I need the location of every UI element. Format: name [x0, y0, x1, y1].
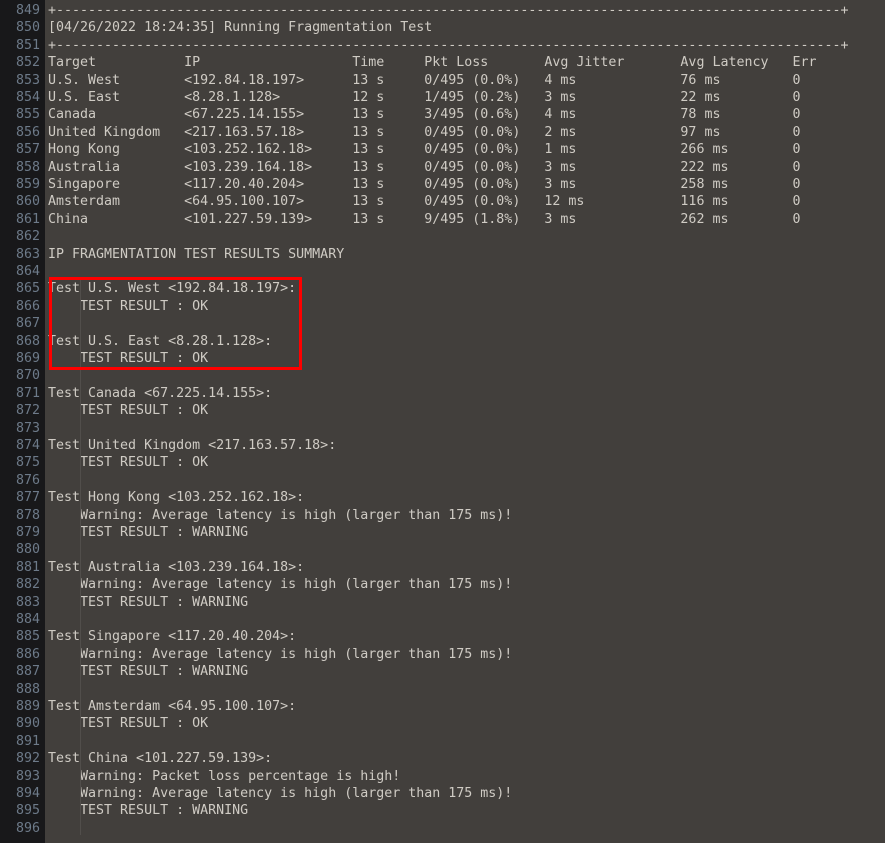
table-row[interactable]: Canada <67.225.14.155> 13 s 3/495 (0.6%)…: [48, 106, 801, 123]
line-number: 889: [15, 699, 40, 714]
code-editor-viewport[interactable]: 849 850 851 852 853 854 855 856 857 858 859 860 861 8…: [0, 0, 885, 843]
result-block-header[interactable]: Test U.S. East <8.28.1.128>:: [48, 333, 272, 350]
line-number: 852: [15, 55, 40, 71]
result-status-line[interactable]: TEST RESULT : OK: [48, 350, 208, 367]
line-number: 891: [15, 733, 40, 749]
line-number: 887: [15, 664, 40, 680]
result-block-header[interactable]: Test Canada <67.225.14.155>:: [48, 385, 272, 402]
line-number: 871: [15, 385, 40, 401]
line-number: 878: [15, 507, 40, 523]
line-number: 884: [15, 612, 40, 627]
line-number: 859: [15, 177, 40, 192]
line-number: 874: [15, 438, 40, 453]
line-number: 860: [15, 194, 40, 210]
line-number: 883: [15, 594, 40, 610]
result-status-line[interactable]: TEST RESULT : WARNING: [48, 594, 248, 611]
line-number: 866: [15, 298, 40, 314]
table-row[interactable]: U.S. East <8.28.1.128> 12 s 1/495 (0.2%)…: [48, 89, 801, 106]
line-number: 886: [15, 646, 40, 662]
table-row[interactable]: United Kingdom <217.163.57.18> 13 s 0/49…: [48, 124, 801, 141]
table-row[interactable]: Hong Kong <103.252.162.18> 13 s 0/495 (0…: [48, 141, 801, 158]
line-number: 857: [15, 142, 40, 158]
line-number: 879: [15, 525, 40, 540]
line-number: 861: [15, 211, 40, 227]
log-separator[interactable]: +---------------------------------------…: [48, 37, 849, 54]
result-block-header[interactable]: Test United Kingdom <217.163.57.18>:: [48, 437, 336, 454]
line-number: 855: [15, 107, 40, 123]
line-number: 854: [15, 90, 40, 105]
table-row[interactable]: Australia <103.239.164.18> 13 s 0/495 (0…: [48, 159, 801, 176]
table-header-row[interactable]: Target IP Time Pkt Loss Avg Jitter Avg L…: [48, 54, 817, 71]
line-number: 853: [15, 72, 40, 88]
line-number: 868: [15, 333, 40, 349]
result-status-line[interactable]: TEST RESULT : OK: [48, 402, 208, 419]
result-warning-line[interactable]: Warning: Average latency is high (larger…: [48, 507, 512, 524]
log-content-area[interactable]: +---------------------------------------…: [48, 0, 885, 843]
table-row[interactable]: China <101.227.59.139> 13 s 9/495 (1.8%)…: [48, 211, 801, 228]
line-number: 881: [15, 559, 40, 575]
log-separator[interactable]: +---------------------------------------…: [48, 2, 849, 19]
result-block-header[interactable]: Test Amsterdam <64.95.100.107>:: [48, 698, 296, 715]
line-number: 862: [15, 229, 40, 245]
line-number: 870: [15, 368, 40, 384]
line-number: 865: [15, 281, 40, 297]
result-status-line[interactable]: TEST RESULT : WARNING: [48, 802, 248, 819]
line-number: 876: [15, 472, 40, 488]
result-block-header[interactable]: Test Australia <103.239.164.18>:: [48, 559, 304, 576]
result-status-line[interactable]: TEST RESULT : WARNING: [48, 524, 248, 541]
line-number: 851: [15, 37, 40, 53]
line-number: 895: [15, 803, 40, 819]
table-row[interactable]: Singapore <117.20.40.204> 13 s 0/495 (0.…: [48, 176, 801, 193]
summary-title[interactable]: IP FRAGMENTATION TEST RESULTS SUMMARY: [48, 246, 344, 263]
table-row[interactable]: U.S. West <192.84.18.197> 13 s 0/495 (0.…: [48, 72, 801, 89]
line-number: 867: [15, 316, 40, 332]
result-status-line[interactable]: TEST RESULT : WARNING: [48, 663, 248, 680]
result-warning-line[interactable]: Warning: Average latency is high (larger…: [48, 646, 512, 663]
result-block-header[interactable]: Test Singapore <117.20.40.204>:: [48, 628, 296, 645]
line-number: 873: [15, 420, 40, 436]
result-warning-line[interactable]: Warning: Average latency is high (larger…: [48, 576, 512, 593]
line-number: 858: [15, 159, 40, 175]
line-number: 894: [15, 786, 40, 801]
result-block-header[interactable]: Test Hong Kong <103.252.162.18>:: [48, 489, 304, 506]
line-number: 892: [15, 751, 40, 767]
line-number: 875: [15, 455, 40, 471]
result-warning-line[interactable]: Warning: Packet loss percentage is high!: [48, 768, 400, 785]
log-timestamp-line[interactable]: [04/26/2022 18:24:35] Running Fragmentat…: [48, 19, 432, 36]
result-block-header[interactable]: Test U.S. West <192.84.18.197>:: [48, 280, 296, 297]
indent-guide: [80, 278, 82, 836]
line-number: 850: [15, 20, 40, 36]
result-warning-line[interactable]: Warning: Average latency is high (larger…: [48, 785, 512, 802]
line-number: 888: [15, 681, 40, 697]
result-status-line[interactable]: TEST RESULT : OK: [48, 454, 208, 471]
line-number: 856: [15, 124, 40, 140]
line-number: 880: [15, 542, 40, 558]
line-number: 869: [15, 351, 40, 366]
line-number: 896: [15, 820, 40, 836]
line-number: 863: [15, 246, 40, 262]
line-number: 882: [15, 577, 40, 593]
result-status-line[interactable]: TEST RESULT : OK: [48, 298, 208, 315]
line-number: 872: [15, 403, 40, 419]
line-number: 885: [15, 629, 40, 645]
line-number: 849: [15, 3, 40, 18]
result-block-header[interactable]: Test China <101.227.59.139>:: [48, 750, 272, 767]
line-number-gutter: 849 850 851 852 853 854 855 856 857 858 859 860 861 8…: [0, 0, 45, 843]
table-row[interactable]: Amsterdam <64.95.100.107> 13 s 0/495 (0.…: [48, 193, 801, 210]
line-number: 890: [15, 716, 40, 732]
line-number: 864: [15, 264, 40, 279]
line-number: 893: [15, 768, 40, 784]
line-number: 877: [15, 490, 40, 506]
result-status-line[interactable]: TEST RESULT : OK: [48, 715, 208, 732]
